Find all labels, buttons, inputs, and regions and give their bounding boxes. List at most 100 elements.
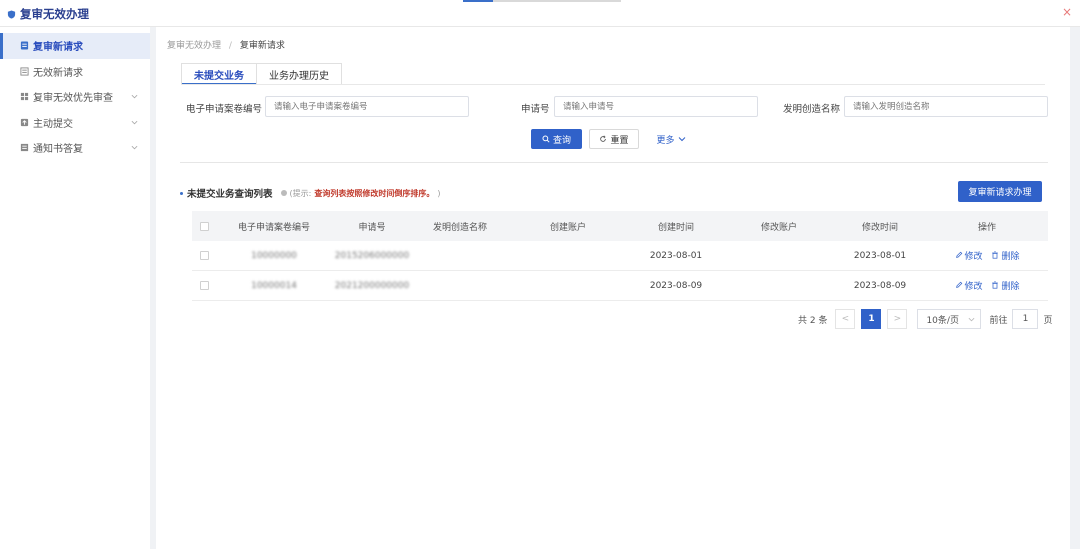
created-cell: 2023-08-09 [649, 280, 703, 291]
edit-label: 修改 [964, 281, 983, 292]
tab-unsubmitted[interactable]: 未提交业务 [181, 63, 257, 85]
chevron-down-icon [969, 317, 975, 321]
app-no-cell: 2021200000000 [334, 280, 410, 291]
submit-icon [20, 118, 29, 126]
hint-prefix: (提示: [289, 188, 312, 198]
case-no-cell: 10000014 [251, 280, 297, 291]
table-row: 10000000 2015206000000 2023-08-01 2023-0… [192, 241, 1048, 271]
top-bar: 复审无效办理 × [0, 0, 1080, 27]
col-header: 申请号 [358, 222, 386, 233]
reset-button-label: 重置 [610, 135, 629, 146]
search-icon [542, 135, 550, 143]
col-header: 操作 [977, 222, 996, 233]
case-no-cell: 10000000 [251, 250, 297, 261]
delete-label: 删除 [1001, 281, 1020, 292]
document-icon [20, 41, 29, 50]
table-header: 电子申请案卷编号 申请号 发明创造名称 创建账户 创建时间 修改账户 修改时间 … [192, 211, 1048, 241]
goto-label: 前往 [989, 315, 1008, 326]
page-size-select[interactable]: 10条/页 [917, 309, 982, 329]
trash-icon [992, 251, 999, 259]
pagination: 共 2 条 < 1 > 10条/页 前往 1 页 [798, 309, 1052, 329]
window-title: 复审无效办理 [7, 6, 89, 22]
delete-button[interactable]: 删除 [991, 249, 1019, 262]
list-title: 未提交业务查询列表 [187, 189, 273, 200]
hint-warning: 查询列表按照修改时间倒序排序。 [314, 188, 435, 198]
top-accent-bar [463, 0, 493, 2]
sidebar-item-notice-reply[interactable]: 通知书答复 [0, 135, 150, 161]
sidebar-item-invalid-new[interactable]: 无效新请求 [0, 59, 150, 85]
main-panel: 复审无效办理 / 复审新请求 未提交业务 业务办理历史 电子申请案卷编号 申请号… [156, 27, 1070, 549]
breadcrumb-current: 复审新请求 [239, 41, 285, 51]
info-icon [280, 190, 287, 196]
reset-button[interactable]: 重置 [589, 129, 639, 149]
edit-icon [955, 281, 962, 289]
sidebar-item-label: 复审新请求 [33, 42, 83, 54]
modified-cell: 2023-08-01 [853, 250, 907, 261]
edit-button[interactable]: 修改 [955, 279, 983, 292]
page-unit-label: 页 [1043, 315, 1053, 326]
close-icon[interactable]: × [1062, 6, 1072, 18]
select-all-checkbox[interactable] [199, 221, 209, 231]
bullet-dot [180, 191, 183, 195]
sidebar-item-priority-review[interactable]: 复审无效优先审查 [0, 84, 150, 110]
sidebar-item-active-submit[interactable]: 主动提交 [0, 110, 150, 136]
delete-label: 删除 [1001, 251, 1020, 262]
edit-button[interactable]: 修改 [955, 249, 983, 262]
grid-icon [20, 93, 29, 101]
trash-icon [992, 281, 999, 289]
edit-icon [955, 251, 962, 259]
breadcrumb-parent[interactable]: 复审无效办理 [167, 41, 221, 51]
invention-label: 发明创造名称 [783, 104, 841, 115]
table-row: 10000014 2021200000000 2023-08-09 2023-0… [192, 271, 1048, 301]
list-hint: (提示: 查询列表按照修改时间倒序排序。 ) [280, 188, 440, 199]
list-icon [20, 67, 29, 76]
edit-label: 修改 [964, 251, 983, 262]
col-header: 电子申请案卷编号 [237, 222, 310, 233]
col-header: 创建账户 [549, 222, 586, 233]
top-accent-bar-gray [493, 0, 621, 2]
notice-icon [20, 144, 29, 152]
tab-underline [181, 84, 1045, 85]
app-no-label: 申请号 [521, 104, 550, 115]
prev-page-button[interactable]: < [835, 309, 856, 329]
shield-icon [7, 9, 16, 19]
app-no-input[interactable] [554, 96, 758, 117]
invention-input[interactable] [844, 96, 1048, 117]
page-size-value: 10条/页 [926, 315, 959, 326]
tab-bar: 未提交业务 业务办理历史 [181, 63, 342, 85]
window-title-text: 复审无效办理 [20, 7, 89, 21]
tab-history[interactable]: 业务办理历史 [256, 63, 342, 84]
sidebar-item-label: 无效新请求 [33, 67, 83, 79]
chevron-down-icon [678, 137, 685, 142]
breadcrumb: 复审无效办理 / 复审新请求 [167, 38, 285, 51]
actions-cell: 修改 删除 [926, 249, 1048, 263]
chevron-down-icon [131, 94, 138, 99]
new-review-request-button[interactable]: 复审新请求办理 [958, 181, 1042, 202]
row-checkbox[interactable] [199, 281, 209, 290]
case-no-label: 电子申请案卷编号 [186, 104, 263, 115]
sidebar-item-label: 主动提交 [33, 118, 73, 130]
app-no-cell: 2015206000000 [334, 250, 410, 261]
search-button-label: 查询 [552, 135, 571, 146]
delete-button[interactable]: 删除 [991, 279, 1019, 292]
col-header: 修改账户 [760, 222, 797, 233]
more-button[interactable]: 更多 [653, 129, 689, 149]
list-header: 未提交业务查询列表 (提示: 查询列表按照修改时间倒序排序。 ) [180, 186, 440, 200]
page-1-button[interactable]: 1 [861, 309, 882, 329]
col-header: 发明创造名称 [432, 222, 487, 233]
case-no-input[interactable] [265, 96, 469, 117]
next-page-button[interactable]: > [887, 309, 908, 329]
sidebar-item-label: 复审无效优先审查 [33, 93, 113, 105]
col-header: 创建时间 [657, 222, 694, 233]
col-header: 修改时间 [861, 222, 898, 233]
more-button-label: 更多 [656, 135, 675, 146]
goto-page-input[interactable]: 1 [1012, 309, 1039, 329]
row-checkbox[interactable] [199, 251, 209, 260]
sidebar-item-label: 通知书答复 [33, 144, 83, 156]
breadcrumb-separator: / [228, 41, 232, 51]
sidebar-item-review-new[interactable]: 复审新请求 [0, 33, 150, 59]
pagination-total: 共 2 条 [798, 315, 828, 326]
sidebar: 复审新请求 无效新请求 复审无效优先审查 主动提交 通知书答复 [0, 27, 150, 549]
results-table: 电子申请案卷编号 申请号 发明创造名称 创建账户 创建时间 修改账户 修改时间 … [192, 211, 1048, 301]
search-button[interactable]: 查询 [531, 129, 582, 149]
